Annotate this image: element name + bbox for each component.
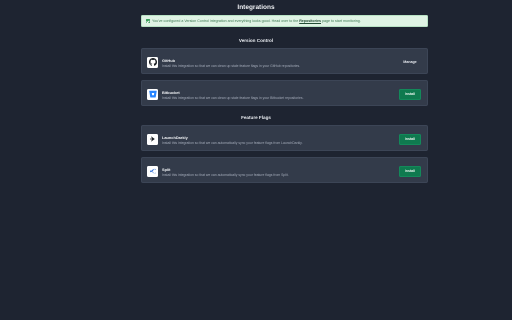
page-title: Integrations [237,4,275,11]
integration-card-split: Split Install this integration so that w… [141,157,428,183]
integration-card-bitbucket: Bitbucket Install this integration so th… [141,80,428,106]
integration-name: GitHub [162,58,175,63]
integration-name: Split [162,167,171,172]
success-alert: You've configured a Version Control inte… [141,15,428,27]
manage-github-button[interactable]: Manage [399,57,421,68]
integration-description: Install this integration so that we can … [162,95,304,100]
integration-name: Bitbucket [162,90,180,95]
integration-description: Install this integration so that we can … [162,63,301,68]
launchdarkly-icon [147,133,158,145]
alert-text-before: You've configured a Version Control inte… [152,19,299,23]
install-launchdarkly-button[interactable]: Install [399,133,421,145]
split-icon [147,165,158,177]
integration-card-github: GitHub Install this integration so that … [141,48,428,74]
integration-card-launchdarkly: LaunchDarkly Install this integration so… [141,125,428,151]
alert-text-after: page to start monitoring. [321,19,361,23]
bitbucket-icon [147,88,158,100]
install-split-button[interactable]: Install [399,165,421,177]
check-icon [146,19,150,23]
repositories-link[interactable]: Repositories [299,19,321,23]
integration-description: Install this integration so that we can … [162,172,289,177]
section-title-feature-flags: Feature Flags [241,115,271,120]
integration-name: LaunchDarkly [162,135,188,140]
github-icon [147,56,158,68]
integration-description: Install this integration so that we can … [162,140,303,145]
section-title-version-control: Version Control [238,38,274,43]
install-bitbucket-button[interactable]: Install [399,88,421,100]
